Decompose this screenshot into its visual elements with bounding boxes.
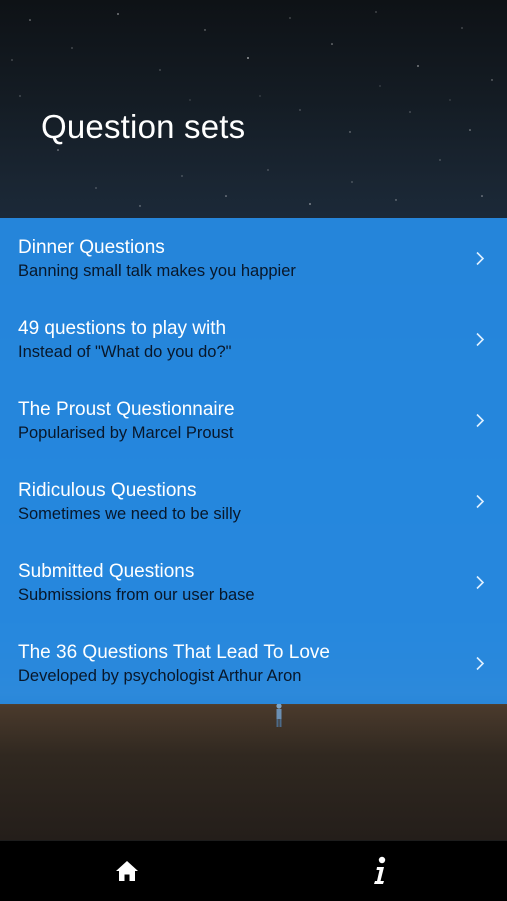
chevron-right-icon <box>476 413 485 428</box>
question-set-item[interactable]: Submitted Questions Submissions from our… <box>0 542 507 623</box>
tab-info[interactable] <box>340 841 420 901</box>
chevron-right-icon <box>476 656 485 671</box>
question-set-subtitle: Instead of "What do you do?" <box>18 343 232 361</box>
standing-person-silhouette <box>276 703 282 727</box>
page-title: Question sets <box>41 108 246 145</box>
question-set-title: Submitted Questions <box>18 561 195 582</box>
chevron-right-icon <box>476 575 485 590</box>
question-set-subtitle: Sometimes we need to be silly <box>18 505 241 523</box>
question-set-title: The 36 Questions That Lead To Love <box>18 642 330 663</box>
question-set-item[interactable]: 49 questions to play with Instead of "Wh… <box>0 299 507 380</box>
home-icon <box>116 861 138 881</box>
question-set-subtitle: Submissions from our user base <box>18 586 255 604</box>
question-set-title: Ridiculous Questions <box>18 480 197 501</box>
tab-bar <box>0 840 507 901</box>
question-set-title: 49 questions to play with <box>18 318 227 339</box>
question-set-title: Dinner Questions <box>18 237 165 258</box>
question-set-subtitle: Banning small talk makes you happier <box>18 262 296 280</box>
question-set-item[interactable]: Ridiculous Questions Sometimes we need t… <box>0 461 507 542</box>
chevron-right-icon <box>476 494 485 509</box>
question-set-item[interactable]: The Proust Questionnaire Popularised by … <box>0 380 507 461</box>
question-set-subtitle: Popularised by Marcel Proust <box>18 424 234 442</box>
question-set-item[interactable]: The 36 Questions That Lead To Love Devel… <box>0 623 507 704</box>
question-set-subtitle: Developed by psychologist Arthur Aron <box>18 667 302 685</box>
question-set-title: The Proust Questionnaire <box>18 399 235 420</box>
question-set-item[interactable]: Dinner Questions Banning small talk make… <box>0 218 507 299</box>
chevron-right-icon <box>476 332 485 347</box>
info-icon <box>374 856 386 884</box>
question-set-list: Dinner Questions Banning small talk make… <box>0 218 507 704</box>
chevron-right-icon <box>476 251 485 266</box>
tab-home[interactable] <box>87 841 167 901</box>
